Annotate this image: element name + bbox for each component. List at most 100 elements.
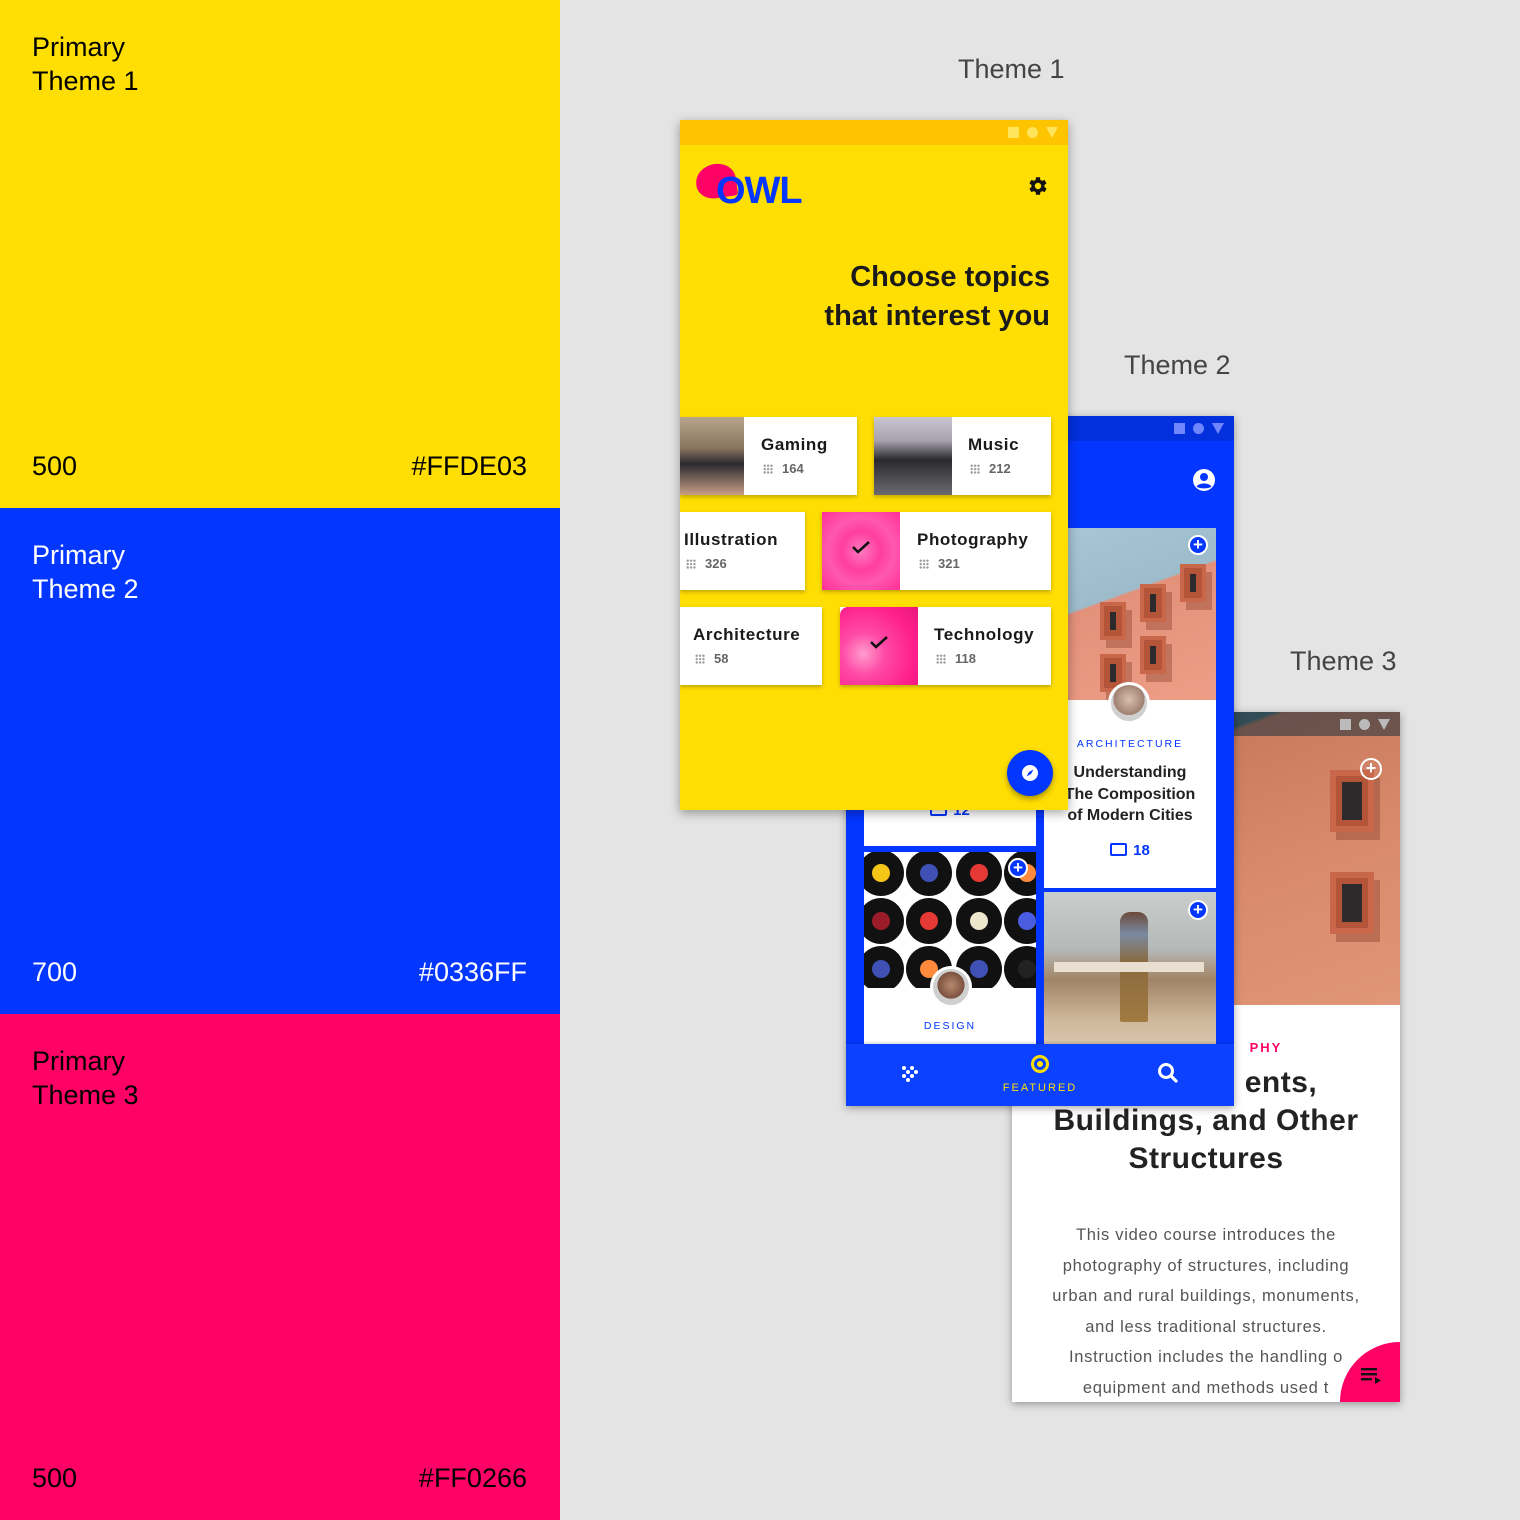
status-icons <box>1174 422 1224 435</box>
title-line: Structures <box>1128 1142 1284 1175</box>
swatch-name-line2: Theme 2 <box>32 574 139 604</box>
swatch-weight: 700 <box>32 957 78 987</box>
topic-name: Photography <box>917 530 1029 549</box>
topic-chip-photography[interactable]: Photography 321 <box>822 512 1051 590</box>
topic-count: 321 <box>919 556 960 571</box>
swatch-hex: #FFDE03 <box>411 451 527 481</box>
category-label: ARCHITECTURE <box>1076 738 1184 750</box>
topic-count-value: 118 <box>955 651 976 666</box>
explore-fab[interactable] <box>1007 750 1053 796</box>
circle-icon <box>1027 127 1038 138</box>
swatch-name-line1: Primary <box>32 1046 125 1076</box>
compass-icon <box>1022 765 1038 781</box>
swatch-name: Primary Theme 3 <box>32 1044 139 1112</box>
owl-logo: OWL <box>693 160 816 212</box>
swatch-theme-3: Primary Theme 3 500 #FF0266 <box>0 1014 560 1520</box>
square-icon <box>1340 719 1351 730</box>
course-card-woodwork[interactable]: + <box>1044 892 1216 1052</box>
description-line: equipment and methods used t <box>1082 1378 1330 1397</box>
title-line: of Modern Cities <box>1067 807 1193 824</box>
add-icon[interactable]: + <box>1188 535 1208 555</box>
topic-count: 58 <box>695 651 728 666</box>
topic-count: 164 <box>763 461 804 476</box>
status-icons <box>1340 718 1390 731</box>
topic-chip-music[interactable]: Music 212 <box>874 417 1051 495</box>
add-icon[interactable]: + <box>1008 858 1028 878</box>
swatch-name-line2: Theme 1 <box>32 66 139 96</box>
topic-count-value: 212 <box>989 461 1011 476</box>
canvas: Primary Theme 1 500 #FFDE03 Primary Theme … <box>0 0 1520 1520</box>
theme-1-label: Theme 1 <box>958 54 1065 84</box>
description-line: Instruction includes the handling o <box>1069 1348 1343 1366</box>
window <box>1330 872 1374 934</box>
grid-icon <box>936 654 946 664</box>
topic-count: 212 <box>970 461 1011 476</box>
instructor-avatar <box>1108 682 1150 724</box>
topic-count-value: 321 <box>938 556 960 571</box>
topic-chip-illustration[interactable]: Illustration 326 <box>680 512 805 590</box>
swatch-weight: 500 <box>32 1463 78 1493</box>
grid-dots-icon <box>902 1066 918 1082</box>
topic-chip-technology[interactable]: Technology 118 <box>840 607 1051 685</box>
topic-thumbnail <box>680 417 744 495</box>
course-card-architecture[interactable]: + ARCHITECTURE Understanding The Composi… <box>1044 528 1216 888</box>
account-circle-icon[interactable] <box>1192 468 1216 492</box>
lesson-count: 18 <box>1044 842 1216 859</box>
topic-chip-architecture[interactable]: Architecture 58 <box>680 607 822 685</box>
topic-name: Technology <box>934 625 1035 644</box>
square-icon <box>1174 423 1185 434</box>
topic-name: Architecture <box>693 625 801 644</box>
video-icon <box>1110 843 1128 856</box>
nav-item-browse[interactable] <box>880 1044 940 1106</box>
swatch-hex: #FF0266 <box>418 1463 527 1493</box>
description-line: This video course introduces the <box>1076 1226 1336 1244</box>
building-photo <box>1044 528 1216 700</box>
window <box>1100 602 1126 640</box>
gear-icon[interactable] <box>1025 174 1049 198</box>
status-bar <box>680 120 1068 145</box>
add-icon[interactable]: + <box>1360 758 1382 780</box>
circle-icon <box>1359 719 1370 730</box>
swatch-name: Primary Theme 1 <box>32 30 139 98</box>
record <box>864 898 904 944</box>
triangle-icon <box>1046 127 1058 138</box>
phone-theme-1: OWL Choose topics that interest you Gami… <box>680 120 1068 810</box>
add-icon[interactable]: + <box>1188 900 1208 920</box>
status-icons <box>1008 126 1058 139</box>
record <box>864 946 904 988</box>
course-title: Understanding The Composition of Modern … <box>1044 762 1216 827</box>
nav-label-featured: FEATURED <box>1002 1082 1078 1094</box>
topic-thumbnail <box>874 417 952 495</box>
check-icon <box>852 541 870 554</box>
check-icon <box>870 636 888 649</box>
topic-name: Gaming <box>761 435 828 454</box>
logo-text: OWL <box>716 170 803 212</box>
topic-count: 326 <box>686 556 727 571</box>
swatch-theme-1: Primary Theme 1 500 #FFDE03 <box>0 0 560 508</box>
topic-count: 118 <box>936 651 976 666</box>
record <box>1004 946 1036 988</box>
category-label: DESIGN <box>923 1020 977 1032</box>
topic-name: Music <box>968 435 1020 454</box>
topic-thumbnail <box>840 607 918 685</box>
swatch-name-line2: Theme 3 <box>32 1080 139 1110</box>
course-card-design[interactable]: + DESIGN <box>864 852 1036 1052</box>
triangle-icon <box>1378 719 1390 730</box>
grid-icon <box>686 559 696 569</box>
nav-item-search[interactable] <box>1138 1044 1198 1106</box>
topic-count-value: 326 <box>705 556 727 571</box>
title-line: Buildings, and Other <box>1053 1104 1359 1137</box>
swatch-name: Primary Theme 2 <box>32 538 139 606</box>
description-line: and less traditional structures. <box>1085 1317 1327 1336</box>
bottom-navigation: FEATURED <box>846 1044 1234 1106</box>
window <box>1140 584 1166 622</box>
topic-count-value: 164 <box>782 461 804 476</box>
nav-item-featured[interactable]: FEATURED <box>1000 1044 1080 1106</box>
theme-3-label: Theme 3 <box>1290 646 1397 676</box>
record <box>906 898 952 944</box>
record <box>956 898 1002 944</box>
topic-chip-gaming[interactable]: Gaming 164 <box>680 417 857 495</box>
title-line: Understanding <box>1073 764 1187 781</box>
swatch-name-line1: Primary <box>32 540 125 570</box>
playlist-play-icon <box>1361 1368 1381 1384</box>
